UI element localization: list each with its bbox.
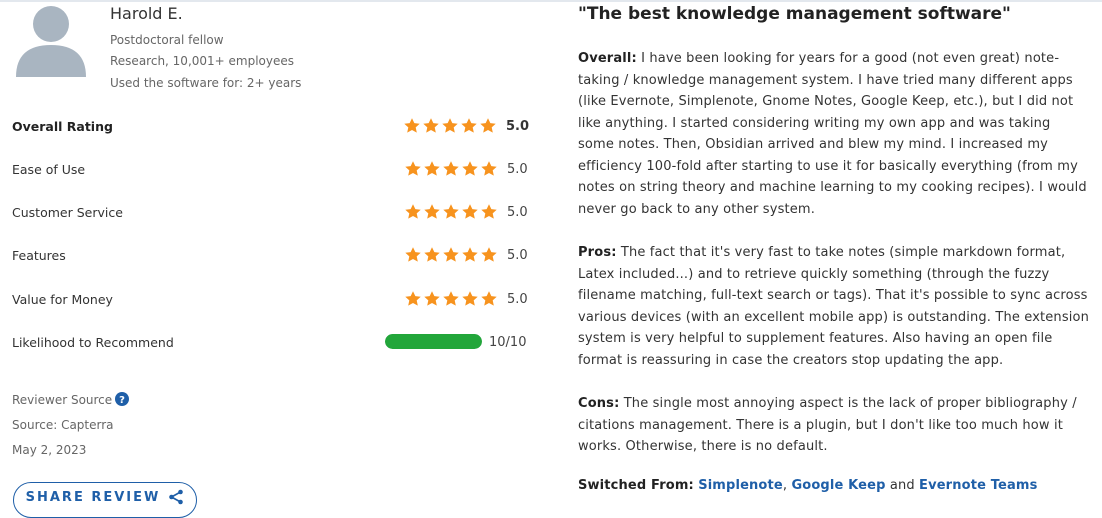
top-divider <box>0 0 1102 2</box>
svg-text:?: ? <box>119 395 125 406</box>
rating-label-features: Features <box>12 248 66 263</box>
star-icon <box>423 246 441 264</box>
link-google-keep[interactable]: Google Keep <box>791 478 885 493</box>
likelihood-bar-fill <box>385 334 482 349</box>
star-rating-overall <box>403 117 497 135</box>
link-evernote-teams[interactable]: Evernote Teams <box>919 478 1037 493</box>
overall-label: Overall: <box>578 51 637 66</box>
help-icon[interactable]: ? <box>115 392 130 406</box>
rating-label-overall: Overall Rating <box>12 119 113 134</box>
star-rating-customer-service <box>404 203 498 221</box>
reviewer-role: Postdoctoral fellow <box>110 33 224 47</box>
reviewer-source: Reviewer Source? <box>12 392 130 407</box>
share-review-label: SHARE REVIEW <box>25 489 161 505</box>
reviewer-usage: Used the software for: 2+ years <box>110 76 302 90</box>
star-icon <box>404 246 422 264</box>
likelihood-bar <box>385 334 482 349</box>
switched-and: and <box>889 478 915 493</box>
star-icon <box>442 290 460 308</box>
cons-label: Cons: <box>578 396 620 411</box>
star-icon <box>480 203 498 221</box>
cons-text: The single most annoying aspect is the l… <box>578 396 1077 454</box>
star-icon <box>423 160 441 178</box>
star-rating-value-for-money <box>404 290 498 308</box>
source-line: Source: Capterra <box>12 418 114 432</box>
rating-label-customer-service: Customer Service <box>12 205 123 220</box>
overall-text: I have been looking for years for a good… <box>578 51 1087 217</box>
pros-text: The fact that it's very fast to take not… <box>578 245 1089 368</box>
rating-label-value-for-money: Value for Money <box>12 292 113 307</box>
reviewer-source-label: Reviewer Source <box>12 393 113 407</box>
rating-value-features: 5.0 <box>507 248 528 263</box>
star-icon <box>404 290 422 308</box>
rating-label-ease-of-use: Ease of Use <box>12 162 86 177</box>
star-icon <box>404 203 422 221</box>
review-overall: Overall: I have been looking for years f… <box>578 48 1090 220</box>
star-icon <box>442 160 460 178</box>
star-icon <box>441 117 459 135</box>
rating-value-customer-service: 5.0 <box>507 205 528 220</box>
star-icon <box>461 290 479 308</box>
star-icon <box>461 203 479 221</box>
star-icon <box>403 117 421 135</box>
star-icon <box>480 290 498 308</box>
switched-from-label: Switched From: <box>578 478 694 493</box>
pros-label: Pros: <box>578 245 617 260</box>
avatar <box>14 5 88 77</box>
review-cons: Cons: The single most annoying aspect is… <box>578 393 1090 458</box>
rating-value-overall: 5.0 <box>506 119 530 134</box>
star-icon <box>460 117 478 135</box>
star-icon <box>423 203 441 221</box>
share-icon <box>168 489 184 505</box>
review-date: May 2, 2023 <box>12 443 87 457</box>
reviewer-name: Harold E. <box>110 4 183 23</box>
star-icon <box>422 117 440 135</box>
rating-value-value-for-money: 5.0 <box>507 292 528 307</box>
reviewer-company: Research, 10,001+ employees <box>110 54 295 68</box>
star-icon <box>442 203 460 221</box>
star-icon <box>461 246 479 264</box>
share-review-button[interactable]: SHARE REVIEW <box>13 482 197 518</box>
star-icon <box>461 160 479 178</box>
star-icon <box>480 160 498 178</box>
link-simplenote[interactable]: Simplenote <box>698 478 783 493</box>
switched-separator: , <box>782 478 788 493</box>
review-title: "The best knowledge management software" <box>578 4 1011 24</box>
star-icon <box>479 117 497 135</box>
rating-value-ease-of-use: 5.0 <box>507 162 528 177</box>
rating-value-likelihood: 10/10 <box>489 335 527 350</box>
star-rating-ease-of-use <box>404 160 498 178</box>
star-icon <box>423 290 441 308</box>
switched-from: Switched From: Simplenote, Google Keep a… <box>578 478 1038 493</box>
star-rating-features <box>404 246 498 264</box>
star-icon <box>404 160 422 178</box>
rating-label-likelihood: Likelihood to Recommend <box>12 335 174 350</box>
review-pros: Pros: The fact that it's very fast to ta… <box>578 242 1090 371</box>
star-icon <box>442 246 460 264</box>
star-icon <box>480 246 498 264</box>
